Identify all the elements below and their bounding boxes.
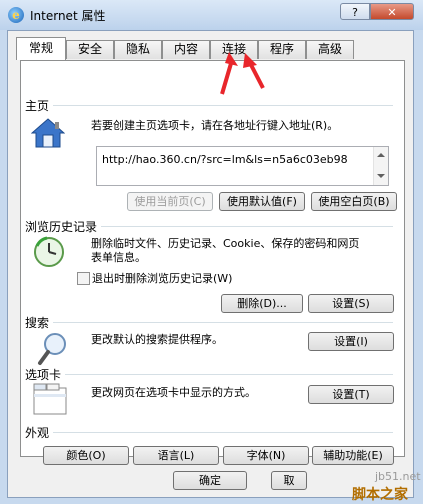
search-description: 更改默认的搜索提供程序。 xyxy=(91,333,223,346)
home-page-url-input[interactable]: http://hao.360.cn/?src=lm&ls=n5a6c03eb98 xyxy=(96,146,389,186)
tabs-icon xyxy=(33,383,67,415)
tabs-settings-button[interactable]: 设置(T) xyxy=(308,385,394,404)
browsing-history-description-line2: 表单信息。 xyxy=(91,251,146,264)
tabs-description: 更改网页在选项卡中显示的方式。 xyxy=(91,386,256,399)
home-page-url-text: http://hao.360.cn/?src=lm&ls=n5a6c03eb98 xyxy=(102,153,348,166)
fonts-button[interactable]: 字体(N) xyxy=(223,446,309,465)
delete-history-button[interactable]: 删除(D)... xyxy=(221,294,303,313)
divider xyxy=(53,432,393,433)
divider xyxy=(53,322,393,323)
general-tab-panel: 主页 若要创建主页选项卡，请在各地址行键入地址(R)。 http://hao.3… xyxy=(20,60,405,465)
title-bar: e Internet 属性 ? ✕ xyxy=(0,0,423,30)
internet-explorer-icon: e xyxy=(8,7,24,23)
watermark-url: jb51.net xyxy=(375,470,421,483)
window-title: Internet 属性 xyxy=(30,9,106,23)
colors-button[interactable]: 颜色(O) xyxy=(43,446,129,465)
home-page-description: 若要创建主页选项卡，请在各地址行键入地址(R)。 xyxy=(91,119,339,132)
use-current-button[interactable]: 使用当前页(C) xyxy=(127,192,213,211)
search-settings-button[interactable]: 设置(I) xyxy=(308,332,394,351)
tab-content[interactable]: 内容 xyxy=(162,40,210,59)
scroll-up-icon[interactable] xyxy=(377,153,385,157)
tabs-group-title: 选项卡 xyxy=(25,368,62,382)
divider xyxy=(101,226,393,227)
divider xyxy=(65,374,393,375)
close-button[interactable]: ✕ xyxy=(370,3,414,20)
history-settings-button[interactable]: 设置(S) xyxy=(308,294,394,313)
ok-button[interactable]: 确定 xyxy=(173,471,247,490)
annotation-arrows xyxy=(220,52,265,95)
delete-on-exit-checkbox[interactable] xyxy=(77,272,90,285)
home-page-group-title: 主页 xyxy=(25,99,50,113)
delete-on-exit-label[interactable]: 退出时删除浏览历史记录(W) xyxy=(92,270,232,286)
search-icon xyxy=(38,333,66,365)
search-group-title: 搜索 xyxy=(25,316,50,330)
scroll-down-icon[interactable] xyxy=(377,174,385,178)
use-default-button[interactable]: 使用默认值(F) xyxy=(219,192,305,211)
tab-privacy[interactable]: 隐私 xyxy=(114,40,162,59)
watermark-brand: 脚本之家 xyxy=(352,487,408,503)
languages-button[interactable]: 语言(L) xyxy=(133,446,219,465)
cancel-button[interactable]: 取 xyxy=(271,471,307,490)
tab-advanced[interactable]: 高级 xyxy=(306,40,354,59)
help-button[interactable]: ? xyxy=(340,3,370,20)
divider xyxy=(53,105,393,106)
appearance-group-title: 外观 xyxy=(25,426,50,440)
url-scrollbar[interactable] xyxy=(373,147,388,185)
use-blank-button[interactable]: 使用空白页(B) xyxy=(311,192,397,211)
browsing-history-description-line1: 删除临时文件、历史记录、Cookie、保存的密码和网页 xyxy=(91,237,360,250)
home-icon xyxy=(31,118,65,148)
tab-security[interactable]: 安全 xyxy=(66,40,114,59)
internet-options-dialog: 常规 安全 隐私 内容 连接 程序 高级 主页 若要创建主页选项卡，请在各地址行… xyxy=(7,30,414,498)
browsing-history-group-title: 浏览历史记录 xyxy=(25,220,98,234)
tab-general[interactable]: 常规 xyxy=(16,37,66,60)
accessibility-button[interactable]: 辅助功能(E) xyxy=(312,446,394,465)
history-clock-icon xyxy=(34,236,64,267)
